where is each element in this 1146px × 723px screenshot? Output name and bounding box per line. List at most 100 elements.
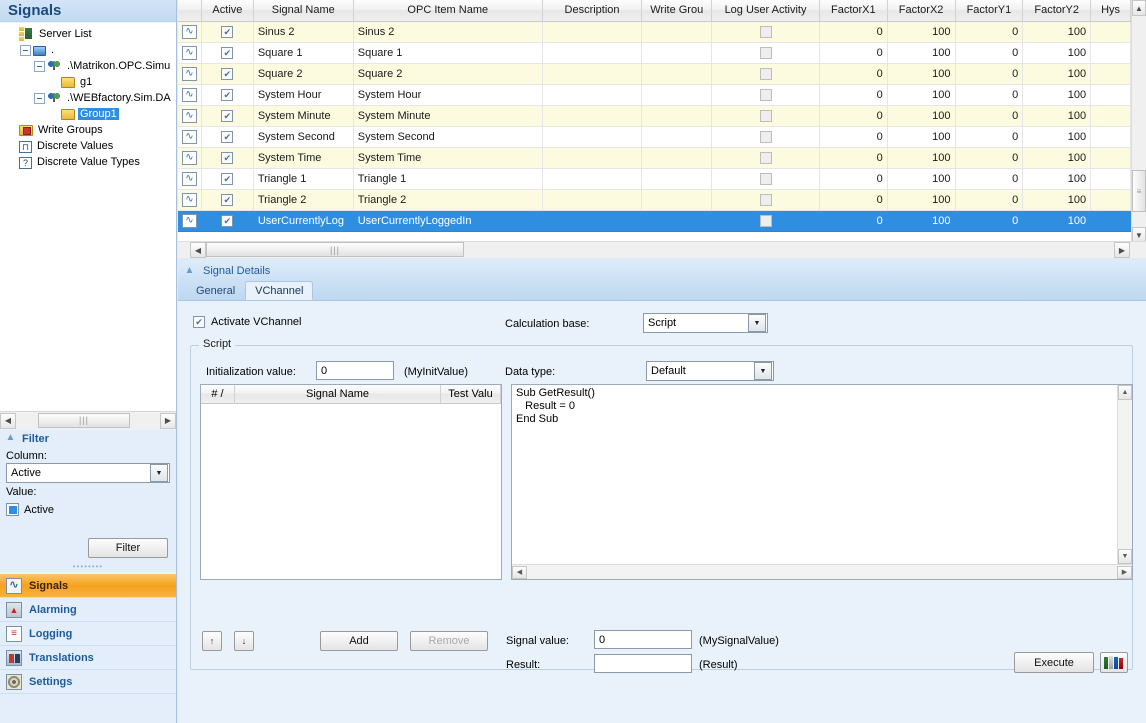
tree-node[interactable]: .	[2, 42, 176, 58]
column-header-fy1[interactable]: FactorY1	[955, 0, 1024, 22]
scroll-track[interactable]: |||	[206, 242, 1114, 258]
column-header-descr[interactable]: Description	[542, 0, 643, 22]
script-text[interactable]: Sub GetResult() Result = 0 End Sub	[512, 385, 1117, 564]
row-log-user-activity-cell[interactable]	[711, 84, 820, 106]
checkbox-icon[interactable]	[193, 316, 205, 328]
checkbox-icon[interactable]	[759, 172, 772, 185]
panel-resize-grip[interactable]: ••••••••	[0, 562, 176, 571]
checkbox-icon[interactable]	[221, 109, 234, 122]
row-log-user-activity-cell[interactable]	[711, 210, 820, 232]
column-header-hys[interactable]: Hys	[1090, 0, 1131, 22]
tree-node[interactable]: .\Matrikon.OPC.Simu	[2, 58, 176, 74]
script-library-button[interactable]	[1100, 652, 1128, 673]
table-row[interactable]: Square 2Square 201000100	[178, 63, 1131, 85]
scroll-thumb[interactable]: |||	[38, 412, 130, 428]
column-header-fx1[interactable]: FactorX1	[819, 0, 888, 22]
details-tabs[interactable]: General VChannel	[178, 280, 1146, 301]
checkbox-icon[interactable]	[221, 25, 234, 38]
row-active-checkbox-cell[interactable]	[201, 189, 254, 211]
script-editor[interactable]: Sub GetResult() Result = 0 End Sub ▲ ▼ ◀…	[511, 384, 1133, 580]
tree-node[interactable]: .\WEBfactory.Sim.DA	[2, 90, 176, 106]
scroll-thumb[interactable]: |||	[206, 242, 464, 257]
checkbox-icon[interactable]	[759, 151, 772, 164]
row-active-checkbox-cell[interactable]	[201, 105, 254, 127]
tree-node[interactable]: g1	[2, 74, 176, 90]
move-up-button[interactable]: ↑	[202, 631, 222, 651]
scroll-right-arrow-icon[interactable]: ▶	[160, 412, 176, 429]
nav-item-alarming[interactable]: Alarming	[0, 598, 176, 622]
row-active-checkbox-cell[interactable]	[201, 210, 254, 232]
filter-column-select[interactable]: Active ▼	[6, 463, 170, 483]
scroll-thumb[interactable]: ≡	[1132, 170, 1146, 212]
nav-item-translations[interactable]: Translations	[0, 646, 176, 670]
tree-node[interactable]: ⊓ Discrete Values	[2, 138, 176, 154]
row-log-user-activity-cell[interactable]	[711, 63, 820, 85]
table-row[interactable]: System TimeSystem Time01000100	[178, 147, 1131, 169]
row-active-checkbox-cell[interactable]	[201, 126, 254, 148]
nav-item-settings[interactable]: Settings	[0, 670, 176, 694]
checkbox-icon[interactable]	[759, 130, 772, 143]
checkbox-icon[interactable]	[221, 214, 234, 227]
scroll-up-arrow-icon[interactable]: ▲	[1118, 385, 1132, 400]
checkbox-icon[interactable]	[759, 25, 772, 38]
scroll-down-arrow-icon[interactable]: ▼	[1118, 549, 1132, 564]
row-log-user-activity-cell[interactable]	[711, 189, 820, 211]
tree-expander-icon[interactable]	[34, 92, 45, 104]
checkbox-icon[interactable]	[221, 88, 234, 101]
grid-horizontal-scrollbar[interactable]: ◀ ||| ▶	[178, 241, 1146, 258]
add-signal-button[interactable]: Add	[320, 631, 398, 651]
checkbox-icon[interactable]	[759, 88, 772, 101]
column-header-fy2[interactable]: FactorY2	[1022, 0, 1092, 22]
row-active-checkbox-cell[interactable]	[201, 168, 254, 190]
script-signals-column-header[interactable]: Test Valu	[441, 385, 501, 403]
scroll-left-arrow-icon[interactable]: ◀	[512, 565, 527, 579]
row-active-checkbox-cell[interactable]	[201, 21, 254, 43]
scroll-up-arrow-icon[interactable]: ▲	[1132, 0, 1146, 16]
chevron-down-icon[interactable]: ▼	[754, 362, 772, 380]
checkbox-icon[interactable]	[759, 46, 772, 59]
chevron-down-icon[interactable]: ▼	[748, 314, 766, 332]
remove-signal-button[interactable]: Remove	[410, 631, 488, 651]
row-log-user-activity-cell[interactable]	[711, 105, 820, 127]
script-signals-column-header[interactable]: # /	[201, 385, 235, 403]
column-header-active[interactable]: Active	[201, 0, 254, 22]
tree-node[interactable]: ? Discrete Value Types	[2, 154, 176, 170]
calculation-base-select[interactable]: Script ▼	[643, 313, 768, 333]
checkbox-icon[interactable]	[221, 130, 234, 143]
table-row[interactable]: Square 1Square 101000100	[178, 42, 1131, 64]
column-header-wgroup[interactable]: Write Grou	[641, 0, 713, 22]
table-row[interactable]: System HourSystem Hour01000100	[178, 84, 1131, 106]
script-signals-grid[interactable]: # / Signal Name Test Valu	[200, 384, 502, 580]
table-row[interactable]: UserCurrentlyLogUserCurrentlyLoggedIn010…	[178, 210, 1131, 232]
row-active-checkbox-cell[interactable]	[201, 147, 254, 169]
tree-horizontal-scrollbar[interactable]: ◀ ||| ▶	[0, 411, 176, 429]
move-down-button[interactable]: ↓	[234, 631, 254, 651]
row-log-user-activity-cell[interactable]	[711, 126, 820, 148]
scroll-right-arrow-icon[interactable]: ▶	[1114, 242, 1130, 258]
script-signals-column-header[interactable]: Signal Name	[235, 385, 441, 403]
data-type-select[interactable]: Default ▼	[646, 361, 774, 381]
row-log-user-activity-cell[interactable]	[711, 147, 820, 169]
checkbox-icon[interactable]	[759, 67, 772, 80]
nav-item-logging[interactable]: Logging	[0, 622, 176, 646]
column-header-icon[interactable]	[178, 0, 202, 22]
signal-value-input[interactable]: 0	[594, 630, 692, 649]
scroll-left-arrow-icon[interactable]: ◀	[0, 412, 16, 429]
table-row[interactable]: System SecondSystem Second01000100	[178, 126, 1131, 148]
scroll-track[interactable]: |||	[16, 412, 160, 429]
filter-active-checkbox[interactable]: Active	[0, 499, 176, 516]
tree-expander-icon[interactable]	[34, 60, 45, 72]
row-active-checkbox-cell[interactable]	[201, 63, 254, 85]
init-value-input[interactable]: 0	[316, 361, 394, 380]
filter-button[interactable]: Filter	[88, 538, 168, 558]
table-row[interactable]: System MinuteSystem Minute01000100	[178, 105, 1131, 127]
checkbox-icon[interactable]	[221, 172, 234, 185]
result-input[interactable]	[594, 654, 692, 673]
row-active-checkbox-cell[interactable]	[201, 84, 254, 106]
checkbox-icon[interactable]	[221, 67, 234, 80]
chevron-up-icon[interactable]: ▲	[184, 265, 195, 277]
row-log-user-activity-cell[interactable]	[711, 168, 820, 190]
row-log-user-activity-cell[interactable]	[711, 21, 820, 43]
activate-vchannel-checkbox[interactable]: Activate VChannel	[193, 316, 302, 328]
tab-general[interactable]: General	[186, 281, 245, 300]
